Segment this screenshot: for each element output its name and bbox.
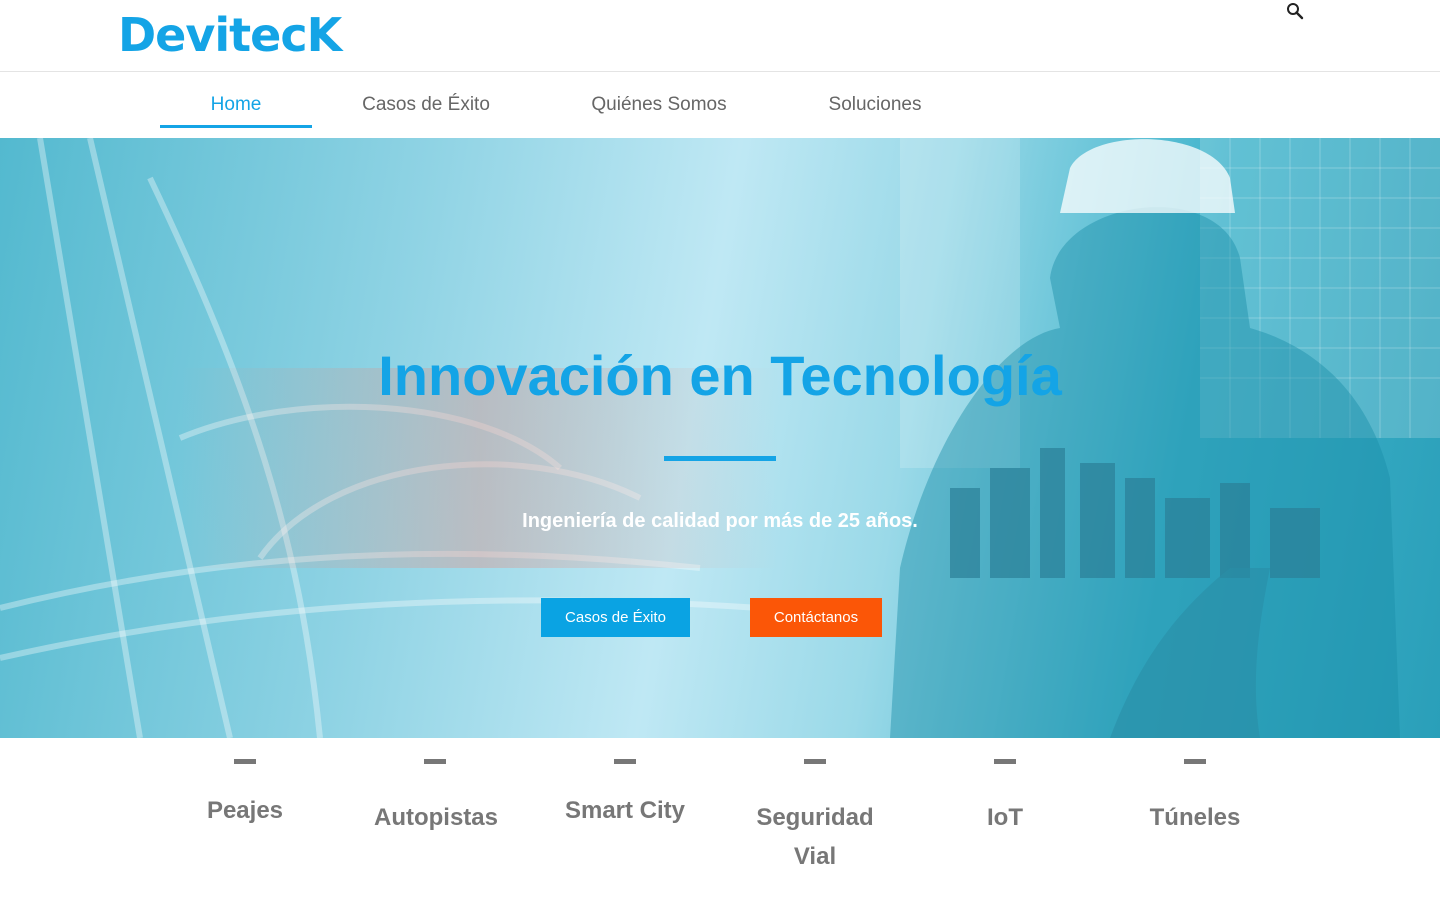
search-icon[interactable] [1286, 2, 1304, 20]
feature-divider [234, 759, 256, 764]
features-row: Peajes Autopistas Smart City Seguridad V… [0, 738, 1440, 900]
nav-item-casos-de-exito[interactable]: Casos de Éxito [345, 92, 507, 128]
hero-banner: Innovación en Tecnología Ingeniería de c… [0, 138, 1440, 738]
feature-tuneles[interactable]: Túneles [1120, 798, 1270, 837]
main-nav: Home Casos de Éxito Quiénes Somos Soluci… [0, 72, 1440, 138]
hero-background-image [0, 138, 1440, 738]
feature-peajes[interactable]: Peajes [170, 791, 320, 830]
feature-divider [424, 759, 446, 764]
hero-title: Innovación en Tecnología [378, 344, 1062, 407]
nav-item-soluciones[interactable]: Soluciones [810, 92, 940, 128]
feature-divider [614, 759, 636, 764]
feature-smart-city[interactable]: Smart City [550, 791, 700, 830]
feature-seguridad-vial[interactable]: Seguridad Vial [740, 798, 890, 876]
nav-item-quienes-somos[interactable]: Quiénes Somos [578, 92, 740, 128]
site-header: DevitecK [0, 0, 1440, 72]
feature-autopistas[interactable]: Autopistas [361, 798, 511, 837]
nav-item-home[interactable]: Home [160, 92, 312, 128]
hero-divider [664, 456, 776, 461]
feature-divider [804, 759, 826, 764]
logo[interactable]: DevitecK [118, 9, 342, 61]
feature-iot[interactable]: IoT [930, 798, 1080, 837]
feature-divider [994, 759, 1016, 764]
casos-de-exito-button[interactable]: Casos de Éxito [541, 598, 690, 637]
hero-subtitle: Ingeniería de calidad por más de 25 años… [522, 510, 918, 532]
contactanos-button[interactable]: Contáctanos [750, 598, 882, 637]
feature-divider [1184, 759, 1206, 764]
